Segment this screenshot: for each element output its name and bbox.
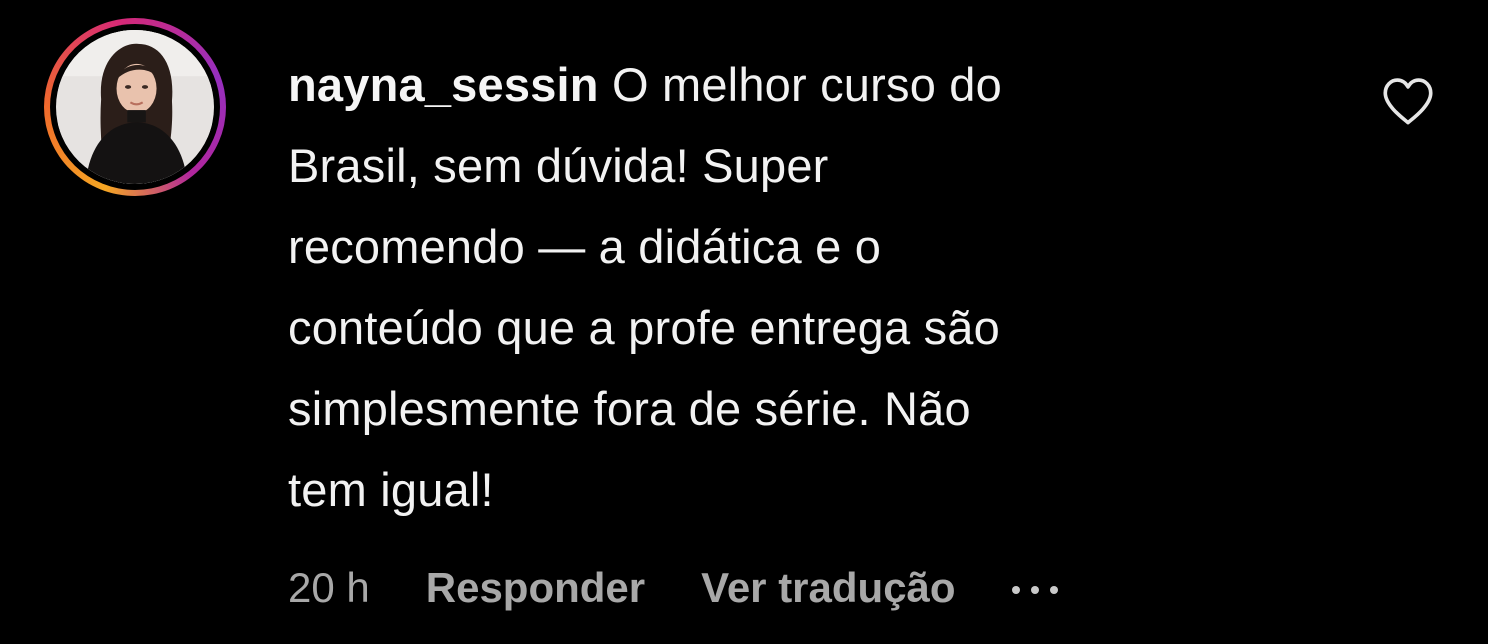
comment-time: 20 h	[288, 564, 370, 611]
reply-button[interactable]: Responder	[426, 564, 645, 612]
comment-text-line: conteúdo que a profe entrega são	[288, 301, 1000, 354]
dot	[1011, 586, 1020, 594]
comment-line-1: nayna_sessin O melhor curso do	[288, 44, 1278, 125]
comment: nayna_sessin O melhor curso do Brasil, s…	[0, 0, 1488, 644]
avatar-gap	[50, 24, 220, 190]
heart-icon[interactable]	[1380, 76, 1436, 126]
dot	[1030, 586, 1039, 594]
comment-body: nayna_sessin O melhor curso do Brasil, s…	[288, 44, 1278, 530]
avatar	[56, 30, 214, 184]
comment-text-line: simplesmente fora de série. Não	[288, 382, 971, 435]
comment-text-line: O melhor curso do	[611, 58, 1002, 111]
avatar-story-ring[interactable]	[44, 18, 226, 196]
comment-username[interactable]: nayna_sessin	[288, 58, 599, 111]
more-options-icon[interactable]	[1011, 582, 1058, 594]
dot	[1049, 586, 1058, 594]
comment-text-line: tem igual!	[288, 463, 494, 516]
comment-text-line: Brasil, sem dúvida! Super	[288, 139, 829, 192]
comment-meta: 20 h Responder Ver tradução	[288, 558, 1058, 618]
comment-text-line: recomendo — a didática e o	[288, 220, 882, 273]
avatar-photo	[58, 30, 212, 184]
translate-button[interactable]: Ver tradução	[701, 564, 955, 612]
